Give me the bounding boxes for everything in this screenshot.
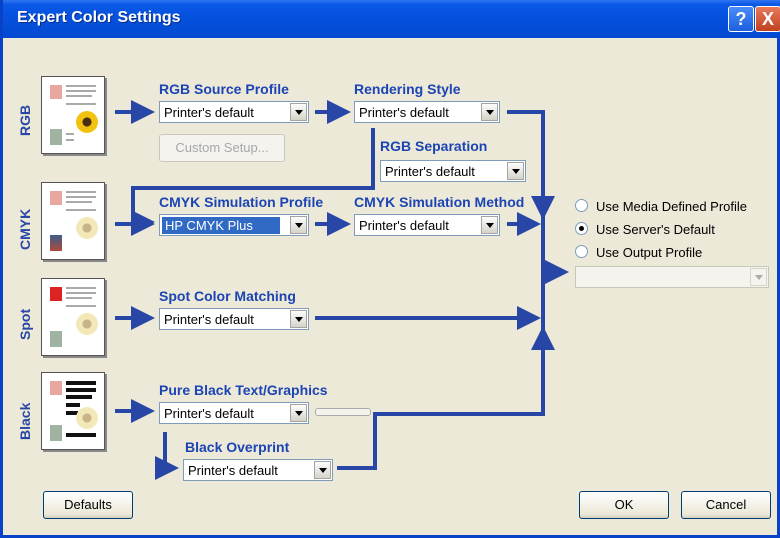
rendering-style-select[interactable]: Printer's default [354,101,500,123]
radio-icon[interactable] [575,245,588,258]
flower-image-icon [76,111,98,133]
black-overprint-select[interactable]: Printer's default [183,459,333,481]
photo-icon [50,331,62,347]
photo-icon [50,235,62,251]
select-value: Printer's default [188,463,278,478]
select-value: Printer's default [164,312,254,327]
flower-image-icon [76,313,98,335]
radio-selected-icon[interactable] [575,222,588,235]
select-value: Printer's default [359,105,449,120]
chevron-down-icon[interactable] [481,216,498,234]
chevron-down-icon[interactable] [507,162,524,180]
rgb-source-profile-select[interactable]: Printer's default [159,101,309,123]
radio-label: Use Media Defined Profile [596,199,748,214]
pure-black-label: Pure Black Text/Graphics [159,382,328,398]
cmyk-simulation-method-label: CMYK Simulation Method [354,194,525,210]
rgb-separation-select[interactable]: Printer's default [380,160,526,182]
cmyk-simulation-profile-label: CMYK Simulation Profile [159,194,324,210]
output-profile-select[interactable] [575,266,769,288]
chevron-down-icon[interactable] [290,404,307,422]
cancel-button[interactable]: Cancel [681,491,771,519]
row-label-rgb: RGB [17,104,33,136]
black-overprint-label: Black Overprint [185,439,290,455]
chevron-down-icon[interactable] [481,103,498,121]
cmyk-document-thumbnail [41,182,105,260]
radio-label: Use Server's Default [596,222,715,237]
logo-icon [50,191,62,205]
select-value: Printer's default [164,105,254,120]
cmyk-simulation-profile-select[interactable]: HP CMYK Plus [159,214,309,236]
row-label-black: Black [17,402,33,440]
spot-color-matching-label: Spot Color Matching [159,288,296,304]
logo-icon [50,287,62,301]
use-server-default-radio[interactable]: Use Server's Default [575,222,715,237]
spot-document-thumbnail [41,278,105,356]
logo-icon [50,381,62,395]
rgb-separation-label: RGB Separation [380,138,488,154]
pure-black-slider[interactable] [315,408,371,416]
photo-icon [50,129,62,145]
black-document-thumbnail [41,372,105,450]
chevron-down-icon[interactable] [290,103,307,121]
defaults-button[interactable]: Defaults [43,491,133,519]
chevron-down-icon[interactable] [750,268,767,286]
rgb-document-thumbnail [41,76,105,154]
select-value: Printer's default [164,406,254,421]
use-media-defined-profile-radio[interactable]: Use Media Defined Profile [575,199,747,214]
use-output-profile-radio[interactable]: Use Output Profile [575,245,702,260]
flower-image-icon [76,217,98,239]
ok-button[interactable]: OK [579,491,669,519]
arrow-pure-to-overprint [155,432,179,480]
radio-label: Use Output Profile [596,245,703,260]
select-value: HP CMYK Plus [162,217,280,234]
radio-icon[interactable] [575,199,588,212]
pure-black-select[interactable]: Printer's default [159,402,309,424]
rgb-source-profile-label: RGB Source Profile [159,81,289,97]
rendering-style-label: Rendering Style [354,81,461,97]
chevron-down-icon[interactable] [314,461,331,479]
custom-setup-button[interactable]: Custom Setup... [159,134,285,162]
arrow-overprint-to-output [337,326,555,470]
row-label-spot: Spot [17,308,33,340]
select-value: Printer's default [359,218,449,233]
select-value: Printer's default [385,164,475,179]
row-label-cmyk: CMYK [17,208,33,250]
cmyk-simulation-method-select[interactable]: Printer's default [354,214,500,236]
flower-image-icon [76,407,98,429]
chevron-down-icon[interactable] [290,310,307,328]
chevron-down-icon[interactable] [290,216,307,234]
spot-color-matching-select[interactable]: Printer's default [159,308,309,330]
expert-color-settings-dialog: Expert Color Settings ? X RGB CMYK Spot … [0,0,780,538]
logo-icon [50,85,62,99]
photo-icon [50,425,62,441]
